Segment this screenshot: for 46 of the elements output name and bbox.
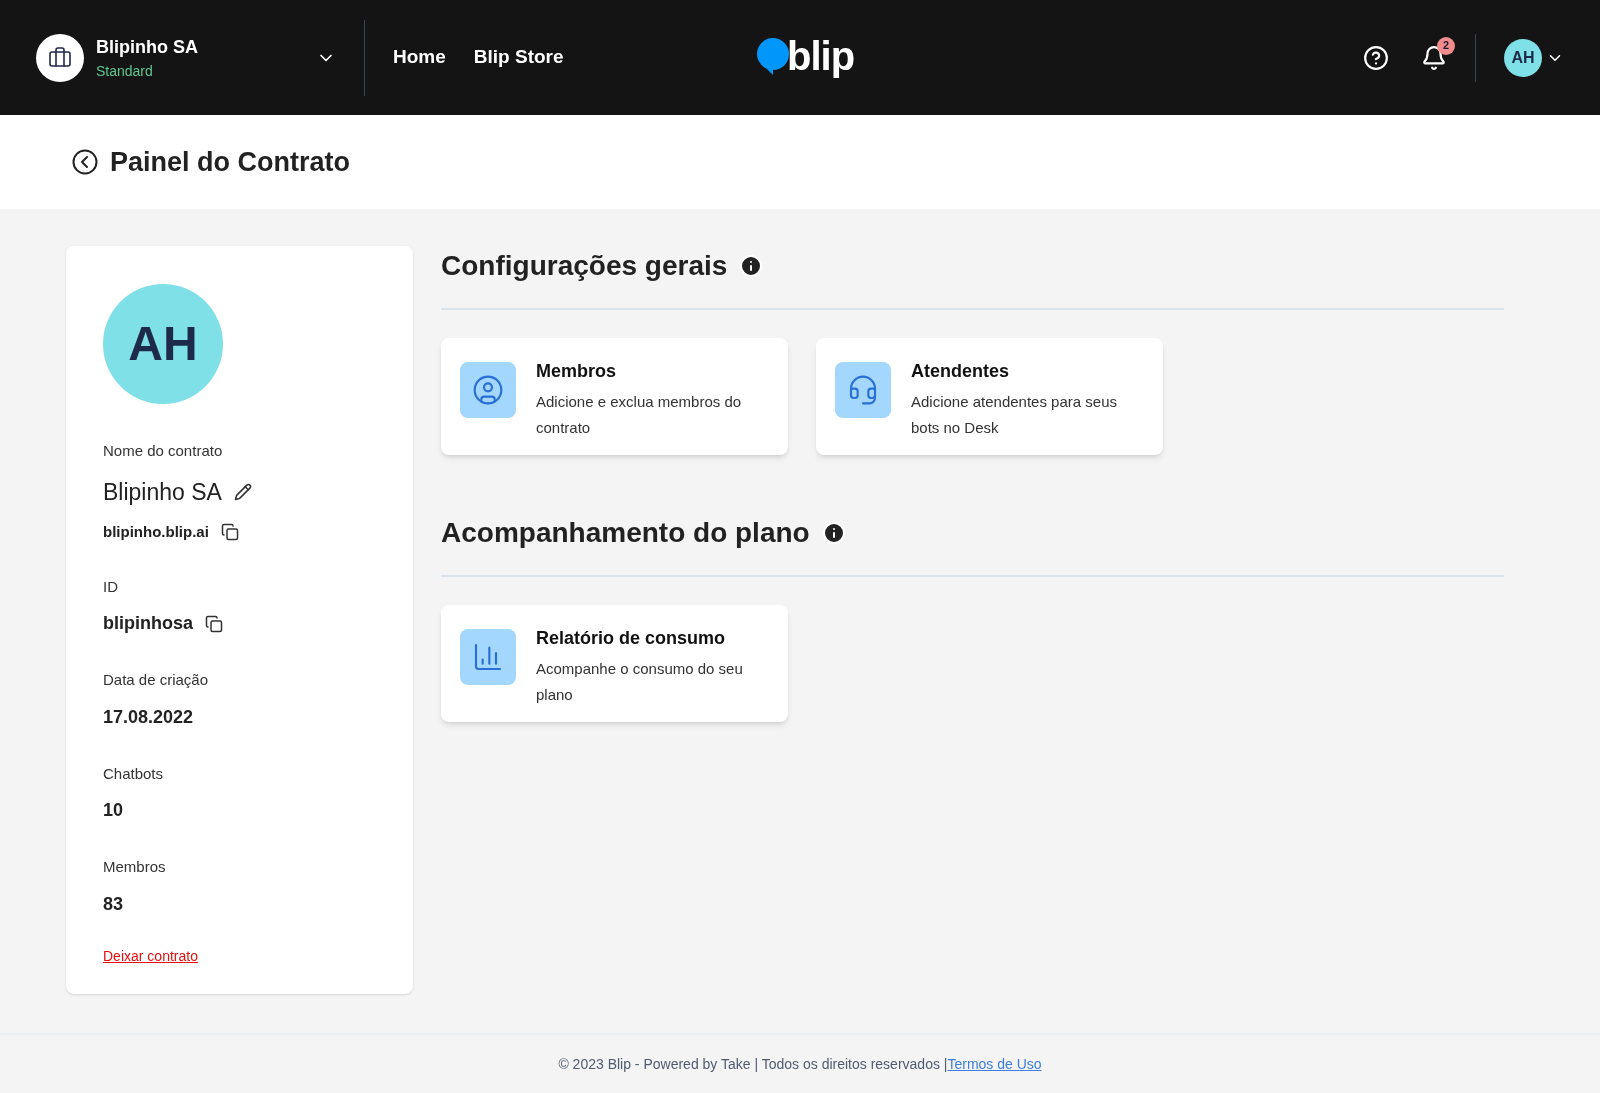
copy-icon[interactable] — [205, 614, 223, 633]
nav-link[interactable]: Home — [393, 43, 446, 72]
bar-chart-icon — [460, 629, 516, 685]
notification-badge: 2 — [1437, 36, 1455, 55]
footer-text: © 2023 Blip - Powered by Take | Todos os direitos reservados | — [558, 1054, 948, 1074]
card-description: Acompanhe o consumo do seu plano — [536, 659, 744, 705]
field-value: 17.08.2022 — [103, 705, 195, 729]
contract-avatar: AH — [103, 284, 223, 404]
headset-icon — [835, 362, 891, 418]
feature-card[interactable]: Atendentes Adicione atendentes para seus bots no Desk — [816, 338, 1163, 455]
nav-link[interactable]: Blip Store — [473, 43, 564, 72]
back-icon[interactable] — [72, 149, 98, 175]
section-title: Configurações gerais — [441, 249, 728, 283]
field-label: Membros — [103, 857, 167, 877]
logo-text: blip — [787, 36, 855, 76]
user-icon — [460, 362, 516, 418]
page-title: Painel do Contrato — [110, 145, 350, 179]
edit-icon[interactable] — [233, 482, 252, 501]
feature-card[interactable]: Membros Adicione e exclua membros do contrato — [441, 338, 788, 455]
field-label: ID — [103, 576, 119, 597]
copy-icon[interactable] — [220, 523, 239, 542]
card-title: Relatório de consumo — [536, 627, 727, 650]
card-title: Atendentes — [911, 360, 1010, 383]
field-value: blipinhosa — [103, 612, 193, 635]
section-title: Acompanhamento do plano — [441, 516, 810, 550]
workspace-plan: Standard — [96, 61, 154, 81]
card-description: Adicione e exclua membros do contrato — [536, 392, 743, 438]
user-avatar[interactable]: AH — [1504, 38, 1542, 77]
field-label: Chatbots — [103, 763, 165, 784]
feature-card[interactable]: Relatório de consumo Acompanhe o consumo do seu plano — [441, 605, 788, 722]
contract-name: Blipinho SA — [103, 477, 222, 507]
contract-url: blipinho.blip.ai — [103, 522, 209, 542]
leave-contract-link[interactable]: Deixar contrato — [103, 945, 198, 967]
speech-bubble-icon — [755, 36, 791, 76]
help-icon[interactable] — [1363, 44, 1389, 71]
field-value: 10 — [103, 799, 125, 822]
field-value: 83 — [103, 892, 125, 916]
info-icon[interactable] — [739, 254, 764, 278]
workspace-name: Blipinho SA — [96, 35, 198, 59]
field-label: Nome do contrato — [103, 441, 224, 461]
briefcase-icon — [36, 33, 84, 82]
card-description: Adicione atendentes para seus bots no Desk — [911, 392, 1118, 438]
field-label: Data de criação — [103, 670, 210, 690]
card-title: Membros — [536, 360, 617, 383]
terms-link[interactable]: Termos de Uso — [947, 1053, 1042, 1075]
info-icon[interactable] — [821, 521, 846, 545]
